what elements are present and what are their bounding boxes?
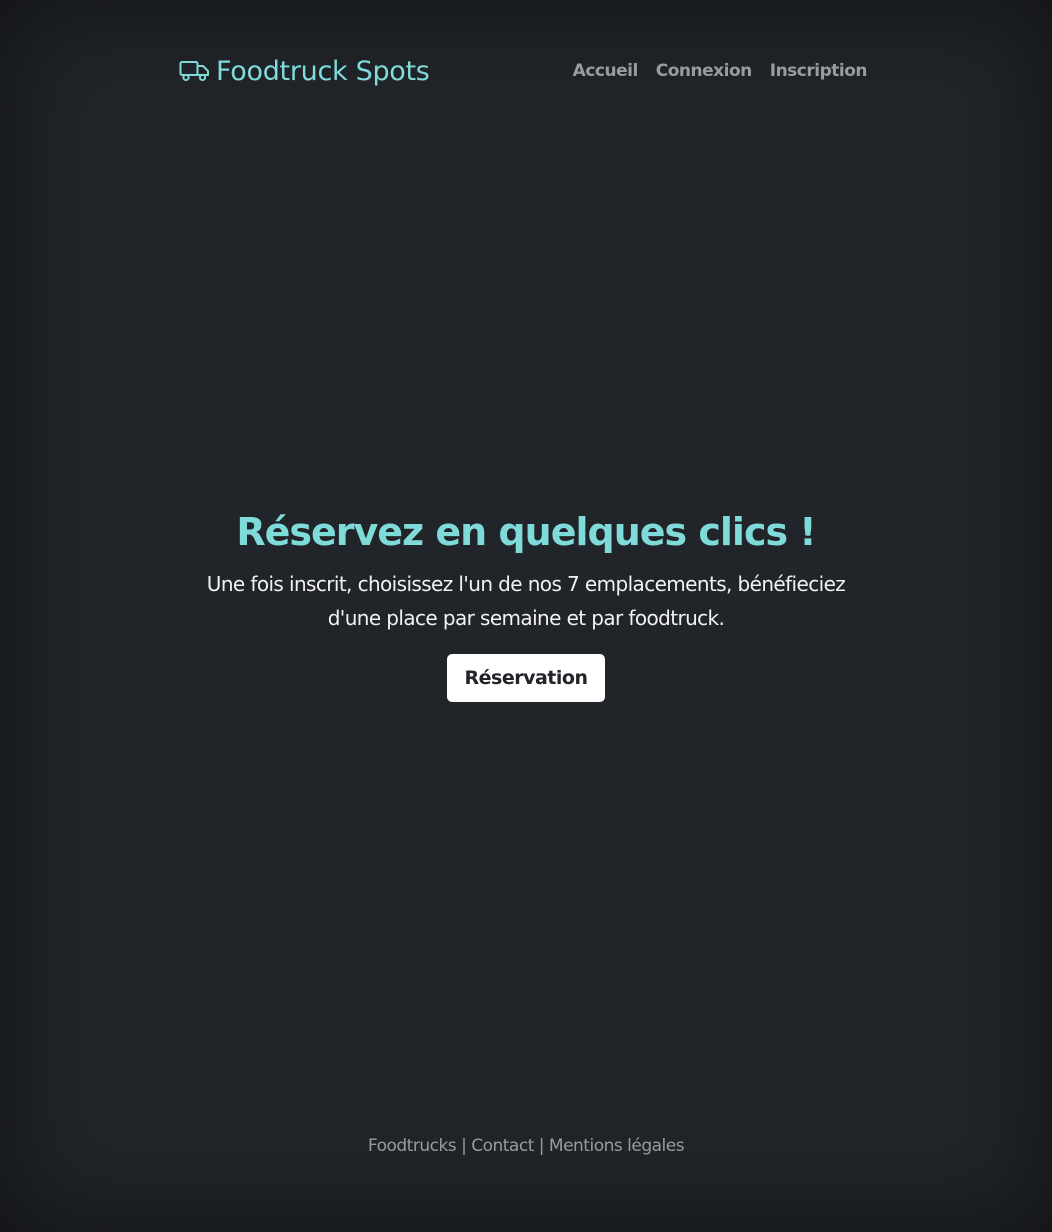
nav-link-connexion[interactable]: Connexion [656, 61, 752, 81]
main-nav: Accueil Connexion Inscription [573, 61, 868, 81]
footer-link-contact[interactable]: Contact [471, 1136, 534, 1156]
hero-title: Réservez en quelques clics ! [236, 510, 816, 554]
site-footer: Foodtrucks | Contact | Mentions légales [0, 1136, 1052, 1156]
truck-icon [179, 59, 210, 83]
brand-title: Foodtruck Spots [216, 55, 430, 87]
footer-separator: | [461, 1136, 467, 1156]
footer-separator: | [538, 1136, 545, 1156]
footer-link-foodtrucks[interactable]: Foodtrucks [368, 1136, 457, 1156]
nav-link-accueil[interactable]: Accueil [573, 61, 639, 81]
reservation-button[interactable]: Réservation [446, 654, 606, 702]
footer-link-mentions-legales[interactable]: Mentions légales [549, 1136, 685, 1156]
nav-link-inscription[interactable]: Inscription [770, 61, 868, 81]
brand-link[interactable]: Foodtruck Spots [179, 56, 430, 87]
hero-section: Réservez en quelques clics ! Une fois in… [0, 508, 1052, 702]
hero-text: Une fois inscrit, choisissez l'un de nos… [206, 572, 846, 630]
site-header: Foodtruck Spots Accueil Connexion Inscri… [179, 52, 868, 90]
